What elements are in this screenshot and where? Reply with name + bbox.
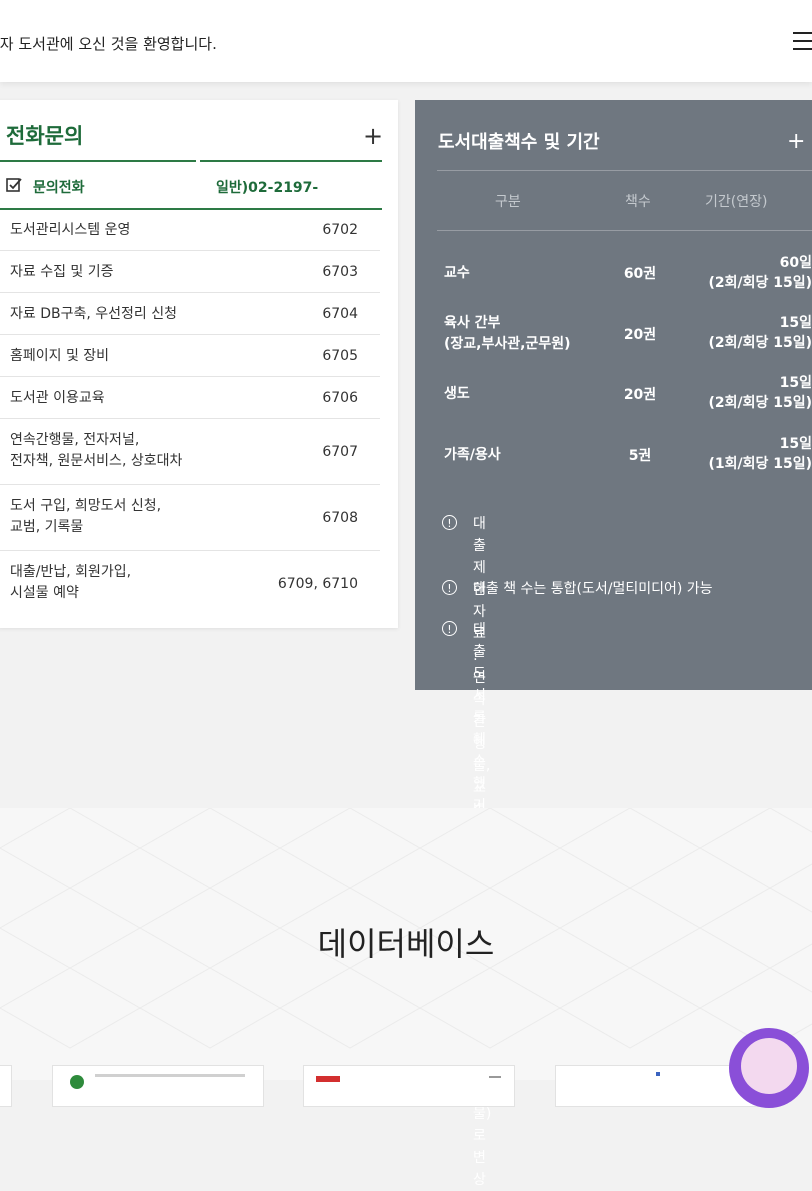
database-logo-card[interactable] [303, 1065, 515, 1107]
info-circle-icon: ! [442, 515, 457, 530]
phone-row-extension: 6708 [322, 510, 358, 526]
database-section-title: 데이터베이스 [317, 925, 495, 963]
loan-row-count: 5권 [628, 448, 652, 464]
phone-row: 도서관리시스템 운영 6702 [0, 210, 380, 251]
phone-inquiry-panel: 전화문의 + 문의전화 일반)02-2197- 도서관리시스템 운영 6702 … [0, 100, 398, 628]
logo-mark [656, 1072, 660, 1076]
info-circle-icon: ! [442, 621, 457, 636]
phone-row-label: 홈페이지 및 장비 [10, 348, 110, 364]
hamburger-menu-icon[interactable] [793, 30, 812, 52]
phone-row-extension: 6702 [322, 222, 358, 238]
loan-row-category: 교수 [444, 265, 470, 281]
phone-row-label: 대출/반납, 회원가입, 시설물 예약 [10, 564, 132, 601]
ebsco-leaf-icon [70, 1075, 84, 1089]
loan-limit-title: 도서대출책수 및 기간 [438, 132, 600, 153]
loan-note-text: 대출 책 수는 통합(도서/멀티미디어) 가능 [473, 581, 713, 597]
loan-row-period: 15일 (2회/회당 15일) [708, 315, 812, 351]
column-header-count: 책수 [625, 194, 651, 210]
phone-row-extension: 6709, 6710 [277, 576, 358, 592]
column-header-period: 기간(연장) [705, 194, 768, 210]
phone-row-label: 자료 DB구축, 우선정리 신청 [10, 306, 177, 322]
loan-row-count: 20권 [623, 387, 657, 403]
database-logo-card[interactable] [0, 1065, 12, 1107]
welcome-text: 전자 도서관에 오신 것을 환영합니다. [0, 35, 217, 53]
phone-row-label: 도서관리시스템 운영 [10, 222, 131, 238]
phone-row-label: 자료 수집 및 기증 [10, 264, 114, 280]
phone-inquiry-title: 전화문의 [6, 124, 84, 148]
phone-row-extension: 6704 [322, 306, 358, 322]
phone-row: 자료 수집 및 기증 6703 [0, 251, 380, 293]
phone-row: 대출/반납, 회원가입, 시설물 예약 6709, 6710 [0, 551, 380, 615]
inquiry-phone-label: 문의전화 [33, 180, 85, 196]
phone-row-extension: 6703 [322, 264, 358, 280]
phone-row: 도서관 이용교육 6706 [0, 377, 380, 419]
divider [437, 230, 812, 231]
phone-row-label: 도서관 이용교육 [10, 390, 105, 406]
divider [437, 170, 812, 171]
loan-row-category: 가족/용사 [444, 447, 501, 463]
phone-row: 연속간행물, 전자저널, 전자책, 원문서비스, 상호대차 6707 [0, 419, 380, 485]
site-header: 전자 도서관에 오신 것을 환영합니다. [0, 0, 812, 82]
phone-row-extension: 6706 [322, 390, 358, 406]
phone-row-label: 도서 구입, 희망도서 신청, 교범, 기록물 [10, 498, 162, 535]
loan-limit-panel: 도서대출책수 및 기간 + 구분 책수 기간(연장) 교수 60권 60일 (2… [415, 100, 812, 1188]
phone-row: 도서 구입, 희망도서 신청, 교범, 기록물 6708 [0, 485, 380, 551]
divider [0, 160, 196, 162]
loan-row-period: 15일 (1회/회당 15일) [708, 436, 812, 472]
database-logo-card[interactable] [52, 1065, 264, 1107]
phone-row-extension: 6705 [322, 348, 358, 364]
inquiry-phone-number: 일반)02-2197- [216, 180, 319, 196]
checkbox-check-icon [6, 178, 22, 192]
loan-row-category: 육사 간부 (장교,부사관,군무원) [444, 315, 571, 352]
loan-row-count: 20권 [623, 327, 657, 343]
info-circle-icon: ! [442, 580, 457, 595]
column-header-category: 구분 [495, 194, 521, 210]
phone-row: 자료 DB구축, 우선정리 신청 6704 [0, 293, 380, 335]
loan-limit-more-button[interactable]: + [787, 130, 805, 154]
logo-text-placeholder [95, 1074, 245, 1077]
loan-row-period: 15일 (2회/회당 15일) [708, 375, 812, 411]
phone-inquiry-more-button[interactable]: + [363, 124, 383, 148]
phone-row-extension: 6707 [322, 444, 358, 460]
logo-text-placeholder [489, 1076, 501, 1078]
chatbot-avatar-face [741, 1038, 797, 1094]
divider [200, 160, 382, 162]
database-section: 데이터베이스 [0, 808, 812, 1107]
phone-row: 홈페이지 및 장비 6705 [0, 335, 380, 377]
phone-row-label: 연속간행물, 전자저널, 전자책, 원문서비스, 상호대차 [10, 432, 183, 469]
logo-mark [316, 1076, 340, 1082]
loan-row-period: 60일 (2회/회당 15일) [708, 255, 812, 291]
loan-row-category: 생도 [444, 386, 470, 402]
chatbot-avatar-button[interactable] [729, 1028, 809, 1108]
loan-row-count: 60권 [623, 266, 657, 282]
